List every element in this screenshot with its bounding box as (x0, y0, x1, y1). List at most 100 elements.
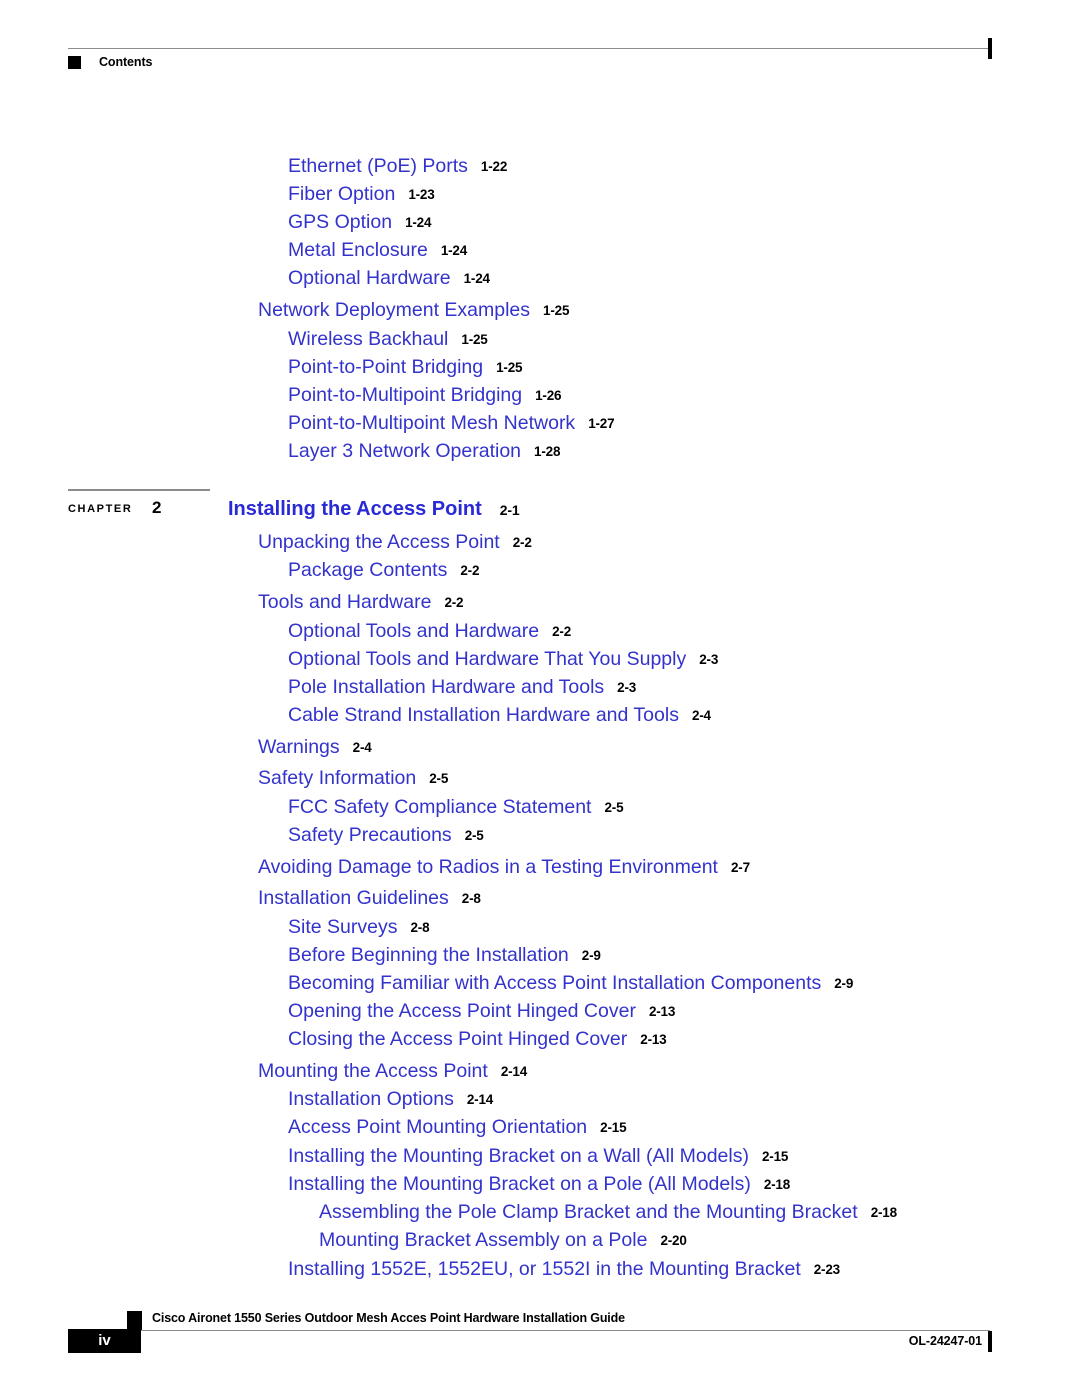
chapter-rule (68, 489, 210, 491)
crop-mark-icon (988, 1331, 992, 1352)
toc-entry-title: Mounting the Access Point (258, 1060, 488, 1082)
toc-entry-page: 1-25 (461, 332, 488, 347)
toc-entry-title: Point-to-Multipoint Bridging (288, 384, 523, 406)
toc-entry-title: Network Deployment Examples (258, 299, 531, 321)
toc-entry-title: Package Contents (288, 559, 448, 581)
toc-entry-page: 2-1 (499, 502, 520, 518)
toc-entry[interactable]: GPS Option 1-24 (288, 211, 431, 234)
toc-entry-page: 2-7 (730, 860, 750, 875)
toc-entry[interactable]: Warnings 2-4 (258, 736, 372, 759)
toc-entry-page: 2-2 (444, 595, 464, 610)
crop-mark-icon (988, 38, 992, 59)
toc-entry-page: 1-26 (535, 388, 562, 403)
toc-entry-title: Optional Hardware (288, 267, 451, 289)
toc-entry[interactable]: Before Beginning the Installation 2-9 (288, 944, 601, 967)
toc-entry[interactable]: Mounting the Access Point 2-14 (258, 1060, 527, 1083)
toc-entry-page: 2-14 (466, 1092, 494, 1107)
toc-entry[interactable]: Opening the Access Point Hinged Cover 2-1… (288, 1000, 675, 1023)
toc-entry-title: Installing the Mounting Bracket on a Wal… (288, 1145, 749, 1167)
toc-entry[interactable]: Closing the Access Point Hinged Cover 2-1… (288, 1028, 667, 1051)
toc-entry[interactable]: Site Surveys 2-8 (288, 916, 430, 939)
toc-entry[interactable]: Installation Guidelines 2-8 (258, 887, 481, 910)
toc-entry-page: 2-20 (660, 1233, 687, 1248)
chapter-word-label: CHAPTER (68, 503, 133, 515)
toc-entry-page: 2-2 (512, 535, 532, 550)
toc-entry[interactable]: Optional Hardware 1-24 (288, 267, 490, 290)
toc-entry[interactable]: Pole Installation Hardware and Tools 2-3 (288, 676, 636, 699)
toc-entry-title: Point-to-Point Bridging (288, 356, 484, 378)
toc-entry-title: Installation Guidelines (258, 887, 449, 909)
toc-entry-title: Fiber Option (288, 183, 396, 205)
toc-entry-page: 2-18 (870, 1205, 897, 1220)
toc-entry[interactable]: Mounting Bracket Assembly on a Pole 2-20 (319, 1229, 687, 1252)
toc-entry-page: 2-13 (640, 1032, 667, 1047)
toc-entry-title: Installing 1552E, 1552EU, or 1552I in th… (288, 1258, 801, 1280)
footer-document-id: OL-24247-01 (908, 1334, 982, 1348)
toc-entry-page: 2-5 (604, 800, 624, 815)
toc-entry-title: Cable Strand Installation Hardware and T… (288, 704, 679, 726)
toc-entry-title: Installing the Access Point (228, 498, 482, 520)
toc-entry[interactable]: Tools and Hardware 2-2 (258, 591, 464, 614)
toc-entry[interactable]: Assembling the Pole Clamp Bracket and th… (319, 1201, 897, 1224)
document-page: Contents Ethernet (PoE) Ports 1-22 Fiber O… (0, 0, 1080, 1397)
toc-entry-page: 2-2 (460, 563, 480, 578)
toc-entry[interactable]: Wireless Backhaul 1-25 (288, 328, 488, 351)
toc-entry-page: 1-27 (588, 416, 615, 431)
toc-entry[interactable]: Layer 3 Network Operation 1-28 (288, 440, 560, 463)
header-label: Contents (99, 55, 153, 69)
toc-entry-title: Warnings (258, 736, 340, 758)
toc-entry-page: 1-28 (534, 444, 561, 459)
toc-entry[interactable]: Cable Strand Installation Hardware and T… (288, 704, 711, 727)
toc-entry-title: Pole Installation Hardware and Tools (288, 676, 605, 698)
toc-entry[interactable]: Point-to-Multipoint Mesh Network 1-27 (288, 412, 615, 435)
footer-document-title: Cisco Aironet 1550 Series Outdoor Mesh A… (152, 1311, 625, 1325)
toc-entry[interactable]: Installing the Mounting Bracket on a Pol… (288, 1173, 790, 1196)
toc-entry[interactable]: Installing the Mounting Bracket on a Wal… (288, 1145, 788, 1168)
toc-entry[interactable]: Unpacking the Access Point 2-2 (258, 531, 532, 554)
toc-entry[interactable]: Becoming Familiar with Access Point Inst… (288, 972, 853, 995)
toc-entry[interactable]: Point-to-Point Bridging 1-25 (288, 356, 523, 379)
toc-entry[interactable]: Safety Information 2-5 (258, 767, 448, 790)
toc-entry[interactable]: Metal Enclosure 1-24 (288, 239, 467, 262)
toc-entry-title: Site Surveys (288, 916, 398, 938)
toc-entry-title: GPS Option (288, 211, 393, 233)
black-square-icon (68, 56, 81, 69)
toc-entry[interactable]: Ethernet (PoE) Ports 1-22 (288, 155, 507, 178)
toc-entry-title: Installing the Mounting Bracket on a Pol… (288, 1173, 751, 1195)
toc-entry-title: Installation Options (288, 1088, 454, 1110)
toc-entry-title: Opening the Access Point Hinged Cover (288, 1000, 636, 1022)
toc-entry-page: 2-14 (500, 1064, 528, 1079)
toc-entry-title: Ethernet (PoE) Ports (288, 155, 468, 177)
toc-entry-page: 2-4 (691, 708, 711, 723)
toc-entry-page: 1-25 (496, 360, 523, 375)
toc-entry-page: 2-3 (617, 680, 637, 695)
toc-entry[interactable]: Package Contents 2-2 (288, 559, 479, 582)
toc-entry-page: 2-5 (429, 771, 449, 786)
toc-entry[interactable]: Network Deployment Examples 1-25 (258, 299, 569, 322)
toc-entry-title: Assembling the Pole Clamp Bracket and th… (319, 1201, 858, 1223)
toc-entry-title: FCC Safety Compliance Statement (288, 796, 592, 818)
toc-entry-page: 2-3 (699, 652, 719, 667)
toc-entry-page: 2-8 (461, 891, 481, 906)
toc-entry[interactable]: Access Point Mounting Orientation 2-15 (288, 1116, 627, 1139)
toc-entry-page: 1-24 (405, 215, 432, 230)
toc-entry-title: Layer 3 Network Operation (288, 440, 522, 462)
toc-entry[interactable]: Installing 1552E, 1552EU, or 1552I in th… (288, 1258, 840, 1281)
toc-entry[interactable]: Optional Tools and Hardware 2-2 (288, 620, 571, 643)
toc-entry-page: 1-22 (480, 159, 508, 174)
toc-entry-chapter-2[interactable]: Installing the Access Point 2-1 (228, 498, 520, 521)
toc-entry[interactable]: Installation Options 2-14 (288, 1088, 493, 1111)
toc-entry-title: Unpacking the Access Point (258, 531, 500, 553)
toc-entry[interactable]: Point-to-Multipoint Bridging 1-26 (288, 384, 562, 407)
toc-entry-page: 2-4 (352, 740, 372, 755)
running-header: Contents (0, 0, 1080, 100)
toc-entry-title: Optional Tools and Hardware That You Sup… (288, 648, 687, 670)
toc-entry[interactable]: Fiber Option 1-23 (288, 183, 435, 206)
toc-entry-page: 2-5 (464, 828, 484, 843)
toc-entry[interactable]: Avoiding Damage to Radios in a Testing E… (258, 856, 750, 879)
toc-entry[interactable]: Safety Precautions 2-5 (288, 824, 484, 847)
toc-entry[interactable]: Optional Tools and Hardware That You Sup… (288, 648, 718, 671)
toc-entry-title: Avoiding Damage to Radios in a Testing E… (258, 856, 718, 878)
toc-entry-title: Metal Enclosure (288, 239, 428, 261)
toc-entry[interactable]: FCC Safety Compliance Statement 2-5 (288, 796, 624, 819)
